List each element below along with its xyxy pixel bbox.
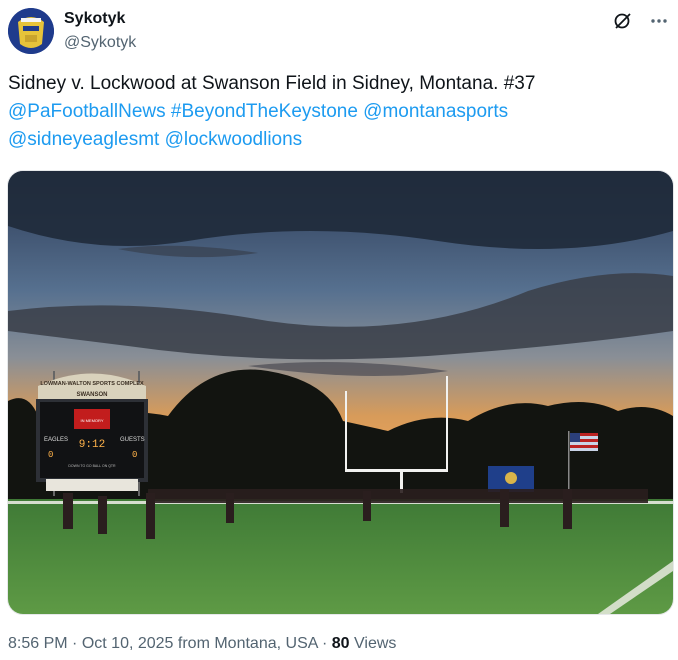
tweet-meta: 8:56 PM · Oct 10, 2025 from Montana, USA… [8,635,396,653]
scoreboard-guest-score: 0 [132,450,137,460]
svg-text:IN MEMORY: IN MEMORY [80,418,103,423]
meta-separator: · [72,635,82,652]
tweet-actions-top [612,10,670,32]
tweet-location: from Montana, USA [177,635,318,652]
scoreboard-home-label: EAGLES [44,437,68,443]
grok-icon[interactable] [612,10,634,32]
mention-lockwoodlions[interactable]: @lockwoodlions [165,129,303,150]
tweet-time[interactable]: 8:56 PM [8,635,68,652]
scoreboard-row-labels: DOWN TO GO BALL ON QTR [68,464,116,468]
author-handle[interactable]: @Sykotyk [64,34,136,52]
tweet-text-main: Sidney v. Lockwood at Swanson Field in S… [8,73,536,94]
views-label: Views [354,635,397,652]
tweet-photo[interactable]: IN MEMORY EAGLES GUESTS 9:12 0 0 DOWN TO… [7,170,674,615]
scoreboard-home-score: 0 [48,450,53,460]
tweet-date[interactable]: Oct 10, 2025 [82,635,174,652]
hashtag-beyondthekeystone[interactable]: #BeyondTheKeystone [171,101,358,122]
author-avatar[interactable] [8,8,54,54]
mention-montanasports[interactable]: @montanasports [363,101,508,122]
scoreboard-field-name: SWANSON [76,392,107,398]
tweet-text: Sidney v. Lockwood at Swanson Field in S… [8,70,668,154]
mention-sidneyeaglesmt[interactable]: @sidneyeaglesmt [8,129,159,150]
scoreboard-sign: LOWMAN-WALTON SPORTS COMPLEX [40,381,144,387]
scoreboard: IN MEMORY EAGLES GUESTS 9:12 0 0 DOWN TO… [36,371,148,496]
mention-pafootballnews[interactable]: @PaFootballNews [8,101,166,122]
meta-separator: · [321,635,332,652]
scoreboard-guest-label: GUESTS [120,437,145,443]
more-options-icon[interactable] [648,10,670,32]
views-count: 80 [331,635,350,652]
scoreboard-clock: 9:12 [79,439,105,451]
author-name[interactable]: Sykotyk [64,10,125,28]
